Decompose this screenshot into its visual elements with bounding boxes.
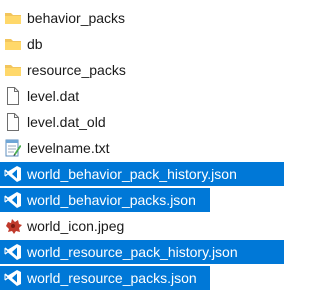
blank-file-icon [4, 113, 22, 131]
file-name: levelname.txt [27, 140, 110, 156]
blank-file-icon [4, 87, 22, 105]
vscode-json-file-icon [4, 191, 22, 209]
file-row-world-resource-packs-json[interactable]: world_resource_packs.json [0, 266, 210, 290]
file-name: db [27, 36, 43, 52]
folder-icon [4, 61, 22, 79]
file-name: world_resource_pack_history.json [27, 244, 238, 260]
file-list: behavior_packs db resource_packs level.d… [0, 0, 292, 307]
file-row-level-dat-old[interactable]: level.dat_old [0, 110, 115, 134]
vscode-json-file-icon [4, 243, 22, 261]
file-row-world-resource-pack-history-json[interactable]: world_resource_pack_history.json [0, 240, 284, 264]
file-name: level.dat_old [27, 114, 106, 130]
file-row-world-icon-jpeg[interactable]: world_icon.jpeg [0, 214, 140, 238]
file-name: world_behavior_pack_history.json [27, 166, 237, 182]
vscode-json-file-icon [4, 165, 22, 183]
folder-icon [4, 35, 22, 53]
file-name: resource_packs [27, 62, 126, 78]
file-row-level-dat[interactable]: level.dat [0, 84, 90, 108]
file-row-levelname-txt[interactable]: levelname.txt [0, 136, 121, 160]
file-name: world_icon.jpeg [27, 218, 125, 234]
image-file-icon [4, 217, 22, 235]
file-name: world_behavior_packs.json [27, 192, 196, 208]
notepad-text-file-icon [4, 139, 22, 157]
file-row-world-behavior-packs-json[interactable]: world_behavior_packs.json [0, 188, 210, 212]
file-name: world_resource_packs.json [27, 270, 197, 286]
file-row-behavior-packs[interactable]: behavior_packs [0, 6, 134, 30]
file-row-resource-packs[interactable]: resource_packs [0, 58, 134, 82]
file-row-db[interactable]: db [0, 32, 52, 56]
vscode-json-file-icon [4, 269, 22, 287]
file-name: level.dat [27, 88, 80, 104]
file-row-world-behavior-pack-history-json[interactable]: world_behavior_pack_history.json [0, 162, 284, 186]
file-name: behavior_packs [27, 10, 126, 26]
folder-icon [4, 9, 22, 27]
